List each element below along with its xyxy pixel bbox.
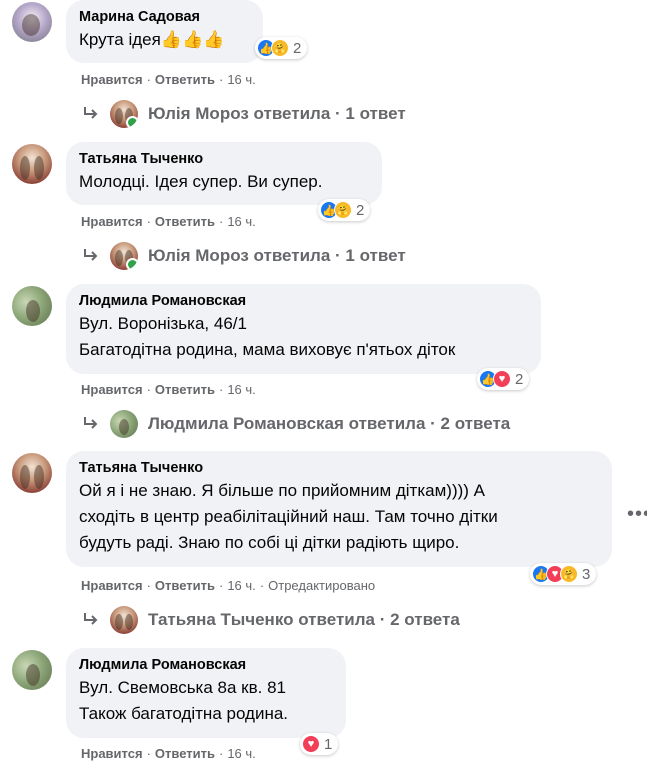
reply-button[interactable]: Ответить: [155, 72, 215, 87]
avatar[interactable]: [12, 286, 52, 326]
comment-actions: Нравится · Ответить · 16 ч. · Отредактировано: [81, 578, 376, 593]
reply-avatar: [110, 100, 138, 128]
view-replies-link[interactable]: Людмила Романовская ответила · 2 ответа: [82, 410, 510, 438]
reply-summary: Юлія Мороз ответила · 1 ответ: [148, 246, 406, 265]
like-button[interactable]: Нравится: [81, 578, 143, 593]
online-status-icon: [126, 116, 138, 128]
comment-author[interactable]: Людмила Романовская: [79, 656, 334, 675]
reaction-count: 2: [515, 370, 524, 388]
reply-arrow-icon: [84, 417, 98, 429]
reaction-count: 3: [582, 565, 591, 583]
reply-avatar: [110, 242, 138, 270]
comment-time[interactable]: 16 ч.: [227, 382, 255, 397]
view-replies-link[interactable]: Татьяна Тыченко ответила · 2 ответа: [82, 606, 460, 634]
comment-text: Крута ідея👍👍👍: [79, 30, 225, 49]
comment-text: Багатодітна родина, мама виховує п'ятьох…: [79, 340, 456, 359]
comment-bubble: Татьяна Тыченко Ой я і не знаю. Я більше…: [66, 451, 612, 567]
reply-button[interactable]: Ответить: [155, 382, 215, 397]
reactions-summary[interactable]: ♥ 1: [300, 733, 339, 755]
reply-summary: Татьяна Тыченко ответила · 2 ответа: [148, 610, 460, 629]
comment-author[interactable]: Людмила Романовская: [79, 292, 529, 311]
edited-label[interactable]: Отредактировано: [268, 578, 375, 593]
reactions-summary[interactable]: 👍 🤗 2: [255, 37, 308, 59]
reply-summary: Людмила Романовская ответила · 2 ответа: [148, 414, 511, 433]
reactions-summary[interactable]: 👍 ♥ 2: [477, 368, 530, 390]
comment-text: будуть раді. Знаю по собі ці дітки радію…: [79, 533, 460, 552]
comment-actions: Нравится · Ответить · 16 ч.: [81, 214, 256, 229]
comment-time[interactable]: 16 ч.: [227, 72, 255, 87]
like-button[interactable]: Нравится: [81, 214, 143, 229]
comment-author[interactable]: Марина Садовая: [79, 8, 251, 27]
reaction-count: 2: [293, 39, 302, 57]
comment-bubble: Людмила Романовская Вул. Свемовська 8а к…: [66, 648, 346, 738]
online-status-icon: [126, 258, 138, 270]
reply-button[interactable]: Ответить: [155, 746, 215, 761]
care-reaction-icon: 🤗: [271, 39, 289, 57]
like-button[interactable]: Нравится: [81, 382, 143, 397]
love-reaction-icon: ♥: [493, 370, 511, 388]
reply-arrow-icon: [84, 613, 98, 625]
reaction-count: 2: [356, 201, 365, 219]
avatar[interactable]: [12, 650, 52, 690]
love-reaction-icon: ♥: [302, 735, 320, 753]
comment-author[interactable]: Татьяна Тыченко: [79, 150, 370, 169]
comment-time[interactable]: 16 ч.: [227, 746, 255, 761]
comment-actions: Нравится · Ответить · 16 ч.: [81, 746, 256, 761]
comment-bubble: Марина Садовая Крута ідея👍👍👍: [66, 0, 263, 63]
reply-arrow-icon: [84, 107, 98, 119]
comment-bubble: Татьяна Тыченко Молодці. Ідея супер. Ви …: [66, 142, 382, 205]
comment-text: Молодці. Ідея супер. Ви супер.: [79, 172, 323, 191]
care-reaction-icon: 🤗: [334, 201, 352, 219]
comment-time[interactable]: 16 ч.: [227, 578, 255, 593]
reaction-count: 1: [324, 735, 333, 753]
reply-summary: Юлія Мороз ответила · 1 ответ: [148, 104, 406, 123]
avatar[interactable]: [12, 144, 52, 184]
like-button[interactable]: Нравится: [81, 746, 143, 761]
reply-button[interactable]: Ответить: [155, 578, 215, 593]
reply-button[interactable]: Ответить: [155, 214, 215, 229]
view-replies-link[interactable]: Юлія Мороз ответила · 1 ответ: [82, 242, 406, 270]
reply-avatar: [110, 410, 138, 438]
reply-avatar: [110, 606, 138, 634]
avatar[interactable]: [12, 2, 52, 42]
comment-text: Ой я і не знаю. Я більше по прийомним ді…: [79, 481, 485, 500]
more-options-icon[interactable]: •••: [627, 503, 647, 526]
reactions-summary[interactable]: 👍 ♥ 🤗 3: [530, 563, 597, 585]
reply-arrow-icon: [84, 249, 98, 261]
avatar[interactable]: [12, 453, 52, 493]
like-button[interactable]: Нравится: [81, 72, 143, 87]
comment-text: Вул. Воронізька, 46/1: [79, 314, 247, 333]
comment-text: Також багатодітна родина.: [79, 704, 289, 723]
comment-actions: Нравится · Ответить · 16 ч.: [81, 72, 256, 87]
comment-bubble: Людмила Романовская Вул. Воронізька, 46/…: [66, 284, 541, 374]
comment-time[interactable]: 16 ч.: [227, 214, 255, 229]
reactions-summary[interactable]: 👍 🤗 2: [318, 199, 371, 221]
comment-text: сходіть в центр реабілітаційний наш. Там…: [79, 507, 498, 526]
care-reaction-icon: 🤗: [560, 565, 578, 583]
comment-text: Вул. Свемовська 8а кв. 81: [79, 678, 286, 697]
view-replies-link[interactable]: Юлія Мороз ответила · 1 ответ: [82, 100, 406, 128]
comment-author[interactable]: Татьяна Тыченко: [79, 459, 600, 478]
comment-actions: Нравится · Ответить · 16 ч.: [81, 382, 256, 397]
